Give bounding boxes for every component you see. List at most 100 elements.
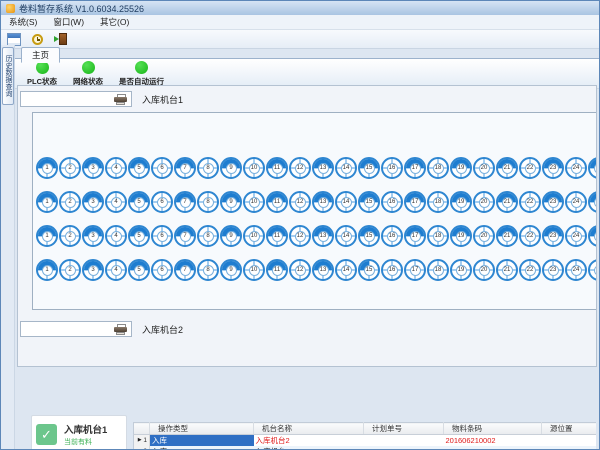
roll-indicator: 23 — [542, 259, 564, 281]
roll-indicator: 10 — [243, 191, 265, 213]
roll-indicator: 14 — [335, 191, 357, 213]
roll-row: 1234567891011121314151617181920212223242… — [36, 259, 597, 281]
station1-header: 入库机台1 — [18, 86, 596, 109]
col-plan-number[interactable]: 计划单号 — [364, 423, 444, 435]
roll-indicator: 2 — [59, 259, 81, 281]
roll-indicator: 15 — [358, 259, 380, 281]
cell-material-barcode[interactable]: 201606210002 — [444, 435, 542, 447]
machine-card-status: 当前有料 — [64, 437, 107, 447]
machine-card-1[interactable]: ✓ 入库机台1 当前有料 — [31, 415, 127, 450]
roll-indicator: 21 — [496, 191, 518, 213]
row-indicator: ▶ 1 — [134, 435, 150, 447]
col-material-barcode[interactable]: 物料条码 — [444, 423, 542, 435]
task-table: 操作类型 机台名称 计划单号 物料条码 源位置 ▶ 1入库入库机台2 201606… — [133, 422, 596, 450]
dock-tab-history-query[interactable]: 历史数据查询 — [2, 47, 14, 105]
task-panel: 操作类型 机台名称 计划单号 物料条码 源位置 ▶ 1入库入库机台2 201606… — [133, 413, 596, 447]
col-machine-name[interactable]: 机台名称 — [254, 423, 364, 435]
station2-print-box[interactable] — [20, 321, 132, 337]
tab-home[interactable]: 主页 — [21, 47, 60, 63]
printer-icon[interactable] — [114, 324, 127, 335]
roll-indicator: 22 — [519, 191, 541, 213]
roll-indicator: 6 — [151, 157, 173, 179]
cell-source-location[interactable] — [542, 435, 597, 447]
roll-indicator: 17 — [404, 225, 426, 247]
roll-indicator: 25 — [588, 259, 597, 281]
roll-indicator: 14 — [335, 259, 357, 281]
roll-indicator: 11 — [266, 157, 288, 179]
cell-op-type[interactable]: 入库 — [150, 446, 254, 450]
roll-indicator: 16 — [381, 225, 403, 247]
cell-plan-number[interactable] — [364, 446, 444, 450]
cell-material-barcode[interactable]: 201606210001 — [444, 446, 542, 450]
roll-indicator: 15 — [358, 191, 380, 213]
roll-indicator: 18 — [427, 259, 449, 281]
roll-indicator: 8 — [197, 157, 219, 179]
roll-indicator: 19 — [450, 259, 472, 281]
printer-icon[interactable] — [114, 94, 127, 105]
roll-indicator: 14 — [335, 157, 357, 179]
roll-indicator: 19 — [450, 225, 472, 247]
roll-indicator: 9 — [220, 225, 242, 247]
roll-indicator: 20 — [473, 191, 495, 213]
roll-indicator: 1 — [36, 157, 58, 179]
roll-indicator: 22 — [519, 225, 541, 247]
titlebar[interactable]: 卷料暂存系统 V1.0.6034.25526 — [1, 1, 599, 15]
cell-plan-number[interactable] — [364, 435, 444, 447]
roll-indicator: 4 — [105, 157, 127, 179]
current-row-arrow-icon: ▶ — [138, 437, 142, 443]
cell-op-type[interactable]: 入库 — [150, 435, 254, 447]
clock-icon[interactable] — [29, 32, 45, 46]
roll-indicator: 10 — [243, 259, 265, 281]
roll-indicator: 3 — [82, 157, 104, 179]
roll-indicator: 20 — [473, 259, 495, 281]
roll-indicator: 25 — [588, 225, 597, 247]
col-source-location[interactable]: 源位置 — [542, 423, 597, 435]
calendar-icon[interactable] — [6, 32, 22, 46]
cell-source-location[interactable] — [542, 446, 597, 450]
app-window: 卷料暂存系统 V1.0.6034.25526 系统(S) 窗口(W) 其它(O)… — [0, 0, 600, 450]
cell-machine-name[interactable]: 入库机台1 — [254, 446, 364, 450]
roll-indicator: 25 — [588, 157, 597, 179]
roll-indicator: 18 — [427, 225, 449, 247]
roll-indicator: 13 — [312, 225, 334, 247]
roll-row: 1234567891011121314151617181920212223242… — [36, 157, 597, 179]
roll-indicator: 5 — [128, 191, 150, 213]
exit-icon[interactable] — [52, 32, 68, 46]
check-icon: ✓ — [36, 424, 57, 445]
roll-indicator: 4 — [105, 259, 127, 281]
col-op-type[interactable]: 操作类型 — [150, 423, 254, 435]
machine-cards: ✓ 入库机台1 当前有料 ✓ 入库机台2 当前有料 — [31, 415, 127, 450]
roll-indicator: 21 — [496, 225, 518, 247]
menu-window[interactable]: 窗口(W) — [45, 16, 92, 28]
roll-grid: 1234567891011121314151617181920212223242… — [32, 112, 597, 310]
row-indicator: 2 — [134, 446, 150, 450]
roll-indicator: 24 — [565, 259, 587, 281]
cell-machine-name[interactable]: 入库机台2 — [254, 435, 364, 447]
roll-indicator: 7 — [174, 259, 196, 281]
roll-indicator: 7 — [174, 157, 196, 179]
roll-indicator: 24 — [565, 225, 587, 247]
app-icon — [6, 4, 15, 13]
roll-indicator: 25 — [588, 191, 597, 213]
roll-indicator: 6 — [151, 259, 173, 281]
roll-indicator: 2 — [59, 191, 81, 213]
roll-indicator: 9 — [220, 191, 242, 213]
table-row[interactable]: 2入库入库机台1 201606210001 — [134, 446, 597, 450]
main-content: 主页 PLC状态 网络状态 是否自动运行 — [15, 45, 599, 449]
roll-indicator: 10 — [243, 157, 265, 179]
roll-indicator: 2 — [59, 225, 81, 247]
roll-indicator: 8 — [197, 259, 219, 281]
roll-indicator: 24 — [565, 191, 587, 213]
station1-print-box[interactable] — [20, 91, 132, 107]
roll-indicator: 16 — [381, 259, 403, 281]
roll-indicator: 12 — [289, 191, 311, 213]
roll-indicator: 22 — [519, 157, 541, 179]
task-table-wrap: 操作类型 机台名称 计划单号 物料条码 源位置 ▶ 1入库入库机台2 201606… — [133, 413, 596, 450]
roll-indicator: 8 — [197, 191, 219, 213]
menu-system[interactable]: 系统(S) — [1, 16, 45, 28]
roll-indicator: 7 — [174, 225, 196, 247]
menu-other[interactable]: 其它(O) — [92, 16, 137, 28]
roll-row: 1234567891011121314151617181920212223242… — [36, 191, 597, 213]
roll-indicator: 11 — [266, 191, 288, 213]
table-row[interactable]: ▶ 1入库入库机台2 201606210002 — [134, 435, 597, 447]
